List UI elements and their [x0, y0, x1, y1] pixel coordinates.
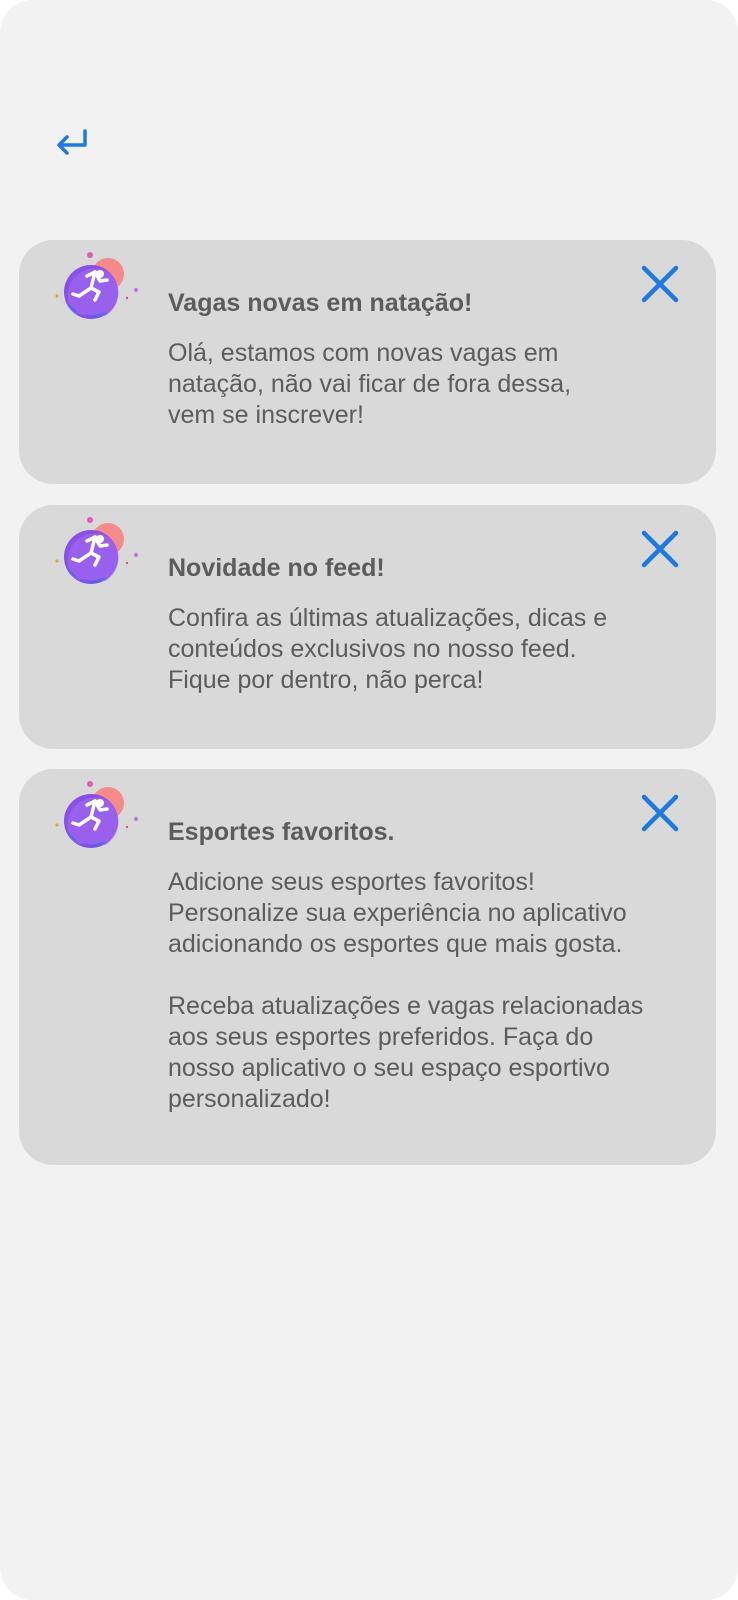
- runner-logo-icon: [53, 252, 143, 332]
- close-icon: [638, 262, 682, 306]
- notification-message: Olá, estamos com novas vagas em natação,…: [168, 338, 688, 431]
- notification-message: Confira as últimas atualizações, dicas e…: [168, 603, 688, 696]
- notification-paragraph: Adicione seus esportes favoritos! Person…: [168, 868, 627, 958]
- notification-paragraph: Olá, estamos com novas vagas em natação,…: [168, 339, 572, 429]
- runner-logo-icon: [53, 781, 143, 861]
- back-button[interactable]: [50, 122, 94, 162]
- close-button[interactable]: [638, 791, 682, 835]
- close-icon: [638, 527, 682, 571]
- notification-card: Esportes favoritos. Adicione seus esport…: [19, 769, 716, 1165]
- notification-message: Adicione seus esportes favoritos! Person…: [168, 867, 688, 1115]
- close-icon: [638, 791, 682, 835]
- runner-logo-icon: [53, 517, 143, 597]
- close-button[interactable]: [638, 262, 682, 306]
- notifications-screen: Vagas novas em natação! Olá, estamos com…: [0, 0, 738, 1600]
- notification-card: Vagas novas em natação! Olá, estamos com…: [19, 240, 716, 484]
- notification-paragraph: Confira as últimas atualizações, dicas e…: [168, 604, 608, 694]
- close-button[interactable]: [638, 527, 682, 571]
- return-arrow-icon: [57, 129, 87, 155]
- notification-card: Novidade no feed! Confira as últimas atu…: [19, 505, 716, 749]
- notification-title: Novidade no feed!: [168, 554, 385, 582]
- notification-paragraph: Receba atualizações e vagas relacionadas…: [168, 992, 644, 1113]
- notification-title: Vagas novas em natação!: [168, 289, 473, 317]
- notification-title: Esportes favoritos.: [168, 818, 395, 846]
